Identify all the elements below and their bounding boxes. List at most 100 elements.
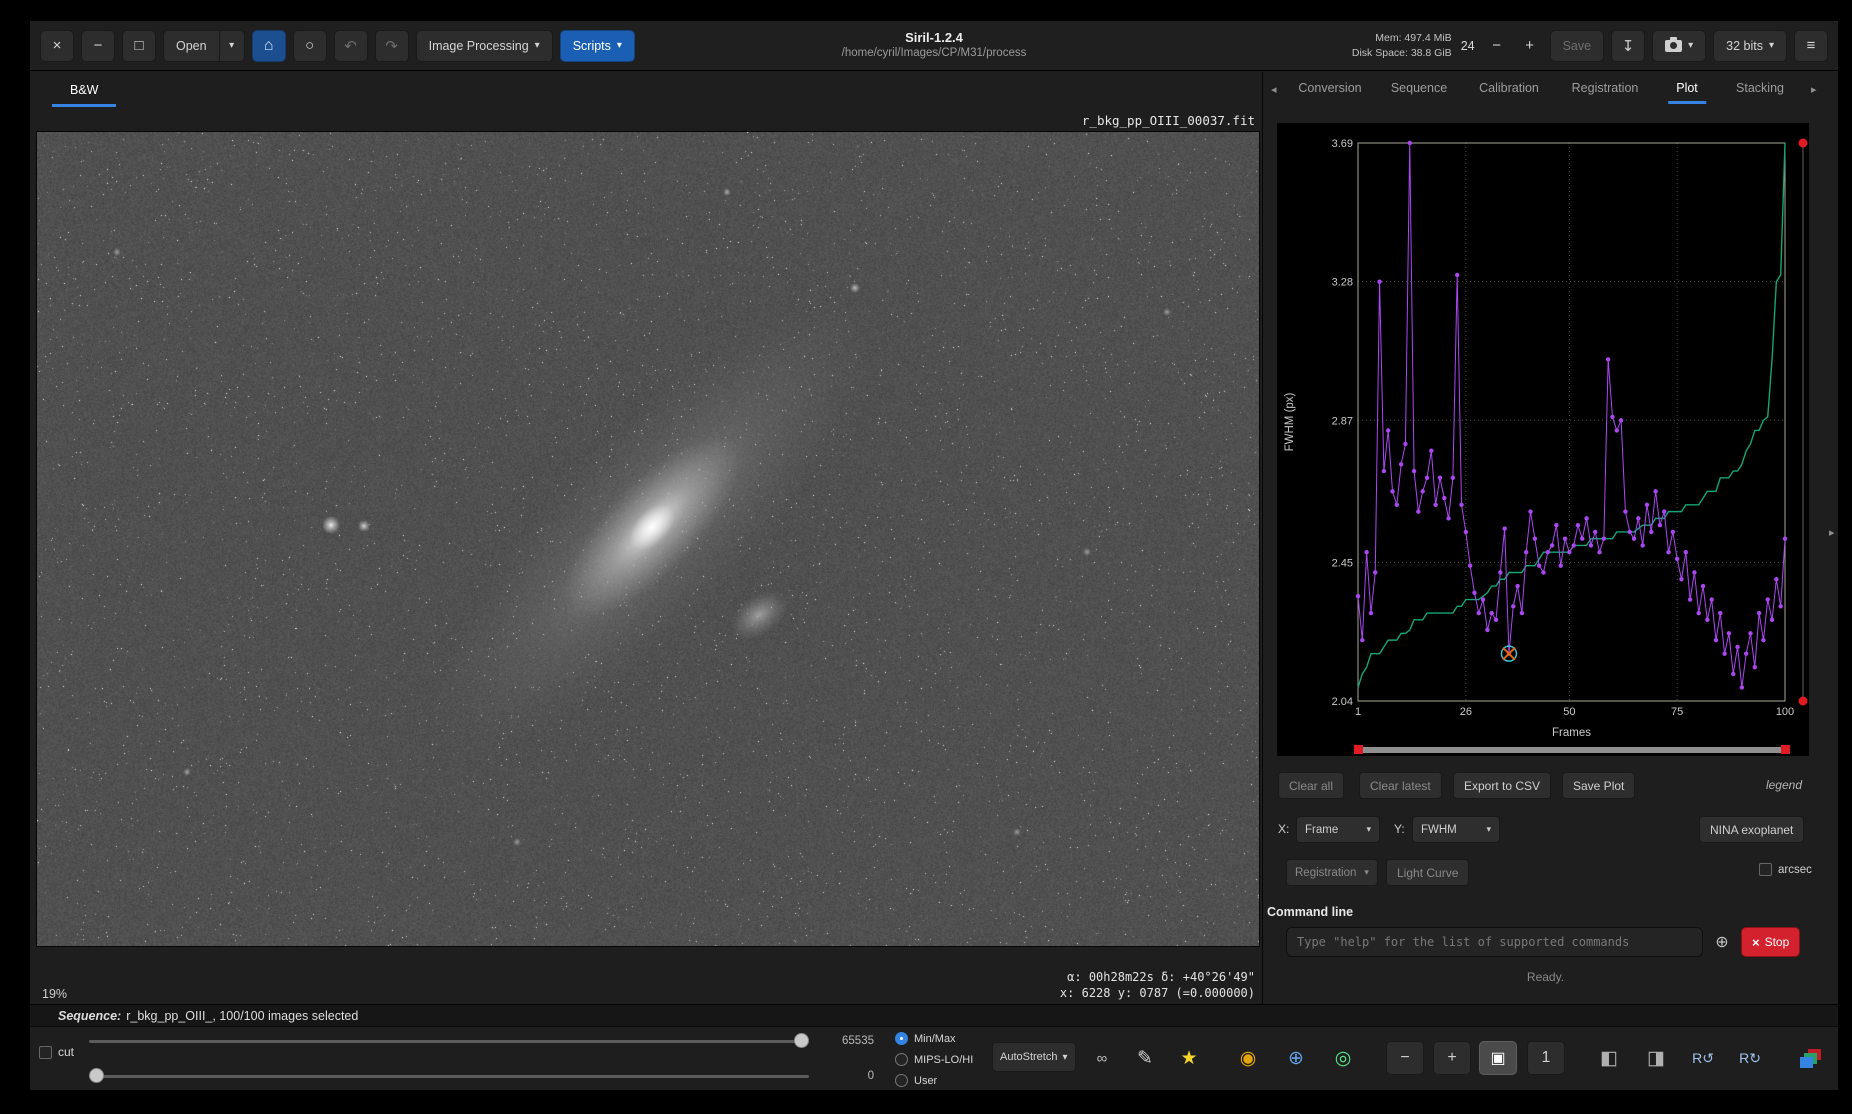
svg-text:1: 1 — [1355, 706, 1361, 718]
menu-button[interactable]: ≡ — [1794, 30, 1828, 62]
rotate-right-button[interactable]: R↻ — [1731, 1039, 1769, 1077]
cursor-coordinates: α: 00h28m22s δ: +40°26'49" x: 6228 y: 07… — [1060, 969, 1255, 1001]
export-csv-button[interactable]: Export to CSV — [1453, 772, 1551, 799]
slider-track[interactable] — [89, 1040, 809, 1043]
image-processing-button[interactable]: Image Processing ▾ — [416, 30, 553, 62]
pick-star-button[interactable]: ✎ — [1126, 1039, 1164, 1077]
x-axis-value: Frame — [1305, 824, 1338, 836]
registration-dropdown[interactable]: Registration ▾ — [1286, 859, 1378, 886]
zoom-in-button[interactable]: + — [1433, 1041, 1471, 1075]
home-icon: ⌂ — [264, 37, 274, 55]
image-viewport[interactable] — [36, 131, 1260, 947]
status-text: Ready. — [1263, 970, 1828, 984]
x-axis-dropdown[interactable]: Frame ▾ — [1296, 816, 1380, 843]
mirror-y-button[interactable]: ◨ — [1637, 1039, 1675, 1077]
mirror-y-icon: ◨ — [1647, 1047, 1665, 1070]
right-panel: ◂ Conversion Sequence Calibration Regist… — [1262, 72, 1828, 1004]
save-label: Save — [1563, 39, 1592, 53]
cut-checkbox[interactable] — [39, 1046, 52, 1059]
stretch-mode-dropdown[interactable]: AutoStretch ▾ — [992, 1042, 1076, 1072]
light-curve-button[interactable]: Light Curve — [1386, 859, 1469, 886]
scripts-label: Scripts — [573, 39, 611, 53]
tab-registration[interactable]: Registration — [1570, 81, 1641, 104]
stop-button[interactable]: × Stop — [1741, 927, 1800, 957]
close-button[interactable]: × — [40, 30, 74, 62]
tab-sequence[interactable]: Sequence — [1389, 81, 1449, 104]
svg-text:3.69: 3.69 — [1332, 138, 1353, 150]
sequence-info: Sequence: r_bkg_pp_OIII_, 100/100 images… — [30, 1004, 1838, 1026]
rotate-left-icon: R↺ — [1692, 1050, 1714, 1067]
nina-exoplanet-button[interactable]: NINA exoplanet — [1699, 816, 1804, 843]
legend-label: legend — [1766, 778, 1802, 792]
command-input[interactable] — [1286, 927, 1703, 957]
minimize-button[interactable]: − — [81, 30, 115, 62]
registration-target-button[interactable]: ◎ — [1324, 1039, 1362, 1077]
star-detection-button[interactable]: ★ — [1170, 1039, 1208, 1077]
circle-icon: ○ — [305, 37, 314, 54]
high-level-handle[interactable] — [794, 1033, 809, 1048]
rotate-left-button[interactable]: R↺ — [1684, 1039, 1722, 1077]
home-button[interactable]: ⌂ — [252, 30, 286, 62]
clear-all-button[interactable]: Clear all — [1278, 772, 1344, 799]
undo-button[interactable]: ↶ — [334, 30, 368, 62]
scripts-button[interactable]: Scripts ▾ — [560, 30, 635, 62]
tab-conversion[interactable]: Conversion — [1296, 81, 1363, 104]
working-directory: /home/cyril/Images/CP/M31/process — [842, 46, 1027, 60]
command-help-button[interactable]: ⊕ — [1709, 927, 1735, 957]
tab-calibration[interactable]: Calibration — [1477, 81, 1541, 104]
chevron-down-icon: ▾ — [617, 40, 622, 51]
zoom-out-button[interactable]: − — [1386, 1041, 1424, 1075]
minmax-radio[interactable] — [895, 1032, 908, 1045]
redo-icon: ↷ — [385, 37, 398, 55]
rgb-composition-button[interactable] — [1792, 1039, 1830, 1077]
zoom-one-button[interactable]: 1 — [1527, 1041, 1565, 1075]
photometry-button[interactable]: ◉ — [1229, 1039, 1267, 1077]
stretch-mode-label: AutoStretch — [1000, 1051, 1057, 1063]
save-plot-button[interactable]: Save Plot — [1562, 772, 1635, 799]
snapshot-button[interactable]: ▾ — [1652, 30, 1706, 62]
arcsec-checkbox[interactable] — [1759, 863, 1772, 876]
mips-radio[interactable] — [895, 1053, 908, 1066]
maximize-button[interactable]: □ — [122, 30, 156, 62]
redo-button[interactable]: ↷ — [375, 30, 409, 62]
x-axis-label: X: — [1278, 822, 1289, 836]
user-radio[interactable] — [895, 1074, 908, 1087]
increase-threads-button[interactable]: + — [1517, 30, 1543, 62]
rotate-right-icon: R↻ — [1739, 1050, 1761, 1067]
link-channels-button[interactable]: ∞ — [1083, 1039, 1121, 1077]
tabs-scroll-right-icon[interactable]: ▸ — [1811, 83, 1817, 96]
y-axis-dropdown[interactable]: FWHM ▾ — [1412, 816, 1500, 843]
save-button[interactable]: Save — [1550, 30, 1605, 62]
plot-area: 3.693.282.872.452.041265075100FramesFWHM… — [1277, 123, 1809, 756]
user-label: User — [914, 1075, 937, 1087]
svg-text:50: 50 — [1563, 706, 1575, 718]
save-as-button[interactable]: ↧ — [1611, 30, 1645, 62]
tab-bw[interactable]: B&W — [52, 78, 116, 107]
low-level-slider[interactable] — [89, 1068, 809, 1084]
mirror-x-button[interactable]: ◧ — [1590, 1039, 1628, 1077]
pixel-coordinates: x: 6228 y: 0787 (=0.000000) — [1060, 985, 1255, 1001]
bit-depth-dropdown[interactable]: 32 bits ▾ — [1713, 30, 1787, 62]
panel-collapse-icon[interactable]: ▸ — [1829, 526, 1835, 539]
clear-latest-button[interactable]: Clear latest — [1359, 772, 1442, 799]
plus-icon: + — [1525, 37, 1534, 54]
astrometry-button[interactable]: ⊕ — [1277, 1039, 1315, 1077]
fwhm-plot[interactable]: 3.693.282.872.452.041265075100FramesFWHM… — [1277, 123, 1809, 756]
tab-plot[interactable]: Plot — [1674, 81, 1700, 104]
tabs-scroll-left-icon[interactable]: ◂ — [1271, 83, 1277, 96]
registration-target-icon: ◎ — [1335, 1047, 1352, 1070]
thread-count: 24 — [1459, 39, 1477, 53]
tab-stacking[interactable]: Stacking — [1734, 81, 1786, 104]
high-level-slider[interactable] — [89, 1033, 809, 1049]
slider-track[interactable] — [89, 1075, 809, 1078]
decrease-threads-button[interactable]: − — [1484, 30, 1510, 62]
zoom-fit-button[interactable]: ▣ — [1479, 1041, 1517, 1075]
chevron-down-icon: ▾ — [535, 40, 540, 51]
grayscale-view-button[interactable]: ○ — [293, 30, 327, 62]
open-dropdown-button[interactable]: ▾ — [219, 30, 245, 62]
display-stretch-bar: cut 65535 0 Min/Max MIPS-LO/HI User Auto… — [30, 1026, 1838, 1090]
low-level-value: 0 — [816, 1070, 874, 1082]
svg-text:3.28: 3.28 — [1332, 277, 1353, 289]
open-button[interactable]: Open — [163, 30, 219, 62]
low-level-handle[interactable] — [89, 1068, 104, 1083]
